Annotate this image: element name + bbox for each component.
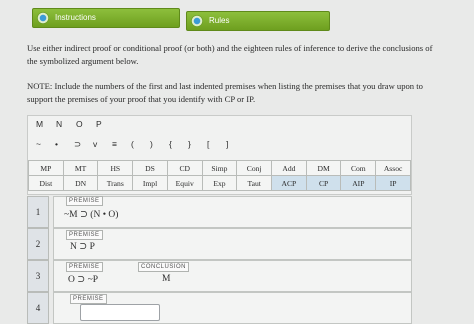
variable-button-o[interactable]: O [76, 119, 96, 129]
rule-button-conj[interactable]: Conj [236, 160, 273, 176]
premise-box: PREMISE N ⊃ P [53, 228, 412, 260]
conclusion-expression: M [162, 274, 171, 284]
rules-table: MP MT HS DS CD Simp Conj Add DM Com Asso… [28, 160, 411, 191]
rule-button-taut[interactable]: Taut [236, 175, 273, 191]
symbol-button-open-brace[interactable]: { [169, 139, 188, 149]
rule-button-ds[interactable]: DS [132, 160, 168, 176]
conclusion-tag: CONCLUSION [138, 262, 190, 272]
instructions-line: Use either indirect proof or conditional… [27, 43, 433, 53]
premise-tag: PREMISE [70, 294, 107, 304]
tab-bullet-icon [37, 12, 49, 24]
tab-rules[interactable]: Rules [186, 11, 330, 31]
proof-line-2: 2 PREMISE N ⊃ P [27, 228, 412, 260]
symbol-button-wedge[interactable]: v [93, 139, 112, 149]
symbol-button-close-paren[interactable]: ) [150, 139, 169, 149]
rule-button-simp[interactable]: Simp [201, 160, 238, 176]
variable-button-p[interactable]: P [96, 119, 116, 129]
rule-button-assoc[interactable]: Assoc [375, 160, 411, 176]
rule-button-add[interactable]: Add [271, 160, 307, 176]
premise-box: PREMISE O ⊃ ~P CONCLUSION M [53, 260, 412, 292]
rule-button-equiv[interactable]: Equiv [166, 175, 203, 191]
symbol-button-dot[interactable]: • [55, 139, 74, 149]
symbol-button-horseshoe[interactable]: ⊃ [74, 139, 93, 150]
premise-expression: ~M ⊃ (N • O) [64, 210, 119, 220]
premise-tag: PREMISE [66, 196, 103, 206]
rule-button-impl[interactable]: Impl [132, 175, 168, 191]
proof-line-1: 1 PREMISE ~M ⊃ (N • O) [27, 196, 412, 228]
rule-button-cd[interactable]: CD [166, 160, 203, 176]
rule-button-exp[interactable]: Exp [201, 175, 238, 191]
tab-instructions-label: Instructions [55, 13, 96, 22]
note-line: support the premises of your proof that … [27, 93, 256, 104]
rule-button-hs[interactable]: HS [97, 160, 134, 176]
premise-box: PREMISE ~M ⊃ (N • O) [53, 196, 412, 228]
rule-button-dn[interactable]: DN [62, 175, 99, 191]
tab-rules-label: Rules [209, 16, 230, 25]
symbol-button-open-paren[interactable]: ( [131, 139, 150, 149]
rule-button-dist[interactable]: Dist [28, 175, 64, 191]
note-line: NOTE: Include the numbers of the first a… [27, 81, 423, 91]
rule-button-ip[interactable]: IP [375, 175, 411, 191]
rule-button-dm[interactable]: DM [305, 160, 342, 176]
proof-line-4: 4 PREMISE [27, 292, 412, 324]
rules-row: MP MT HS DS CD Simp Conj Add DM Com Asso… [28, 160, 411, 176]
rule-button-com[interactable]: Com [340, 160, 377, 176]
tab-instructions[interactable]: Instructions [32, 8, 180, 28]
tab-bullet-icon [191, 15, 203, 27]
rule-button-aip[interactable]: AIP [340, 175, 377, 191]
rule-button-acp[interactable]: ACP [271, 175, 307, 191]
tab-bar: Instructions Rules [0, 0, 474, 34]
premise-tag: PREMISE [66, 262, 103, 272]
proof-line-3: 3 PREMISE O ⊃ ~P CONCLUSION M [27, 260, 412, 292]
symbol-button-open-bracket[interactable]: [ [207, 139, 226, 149]
rule-button-trans[interactable]: Trans [97, 175, 134, 191]
symbol-buttons: ~ • ⊃ v ≡(){}[] [36, 139, 245, 150]
rule-button-cp[interactable]: CP [305, 175, 342, 191]
variable-button-n[interactable]: N [56, 119, 76, 129]
line-number: 4 [27, 292, 49, 324]
symbol-rules-panel: MNOP ~ • ⊃ v ≡(){}[] MP MT HS DS CD Simp Con… [27, 115, 412, 195]
instructions-line: the symbolized argument below. [27, 55, 139, 66]
line-number: 1 [27, 196, 49, 228]
variable-button-m[interactable]: M [36, 119, 56, 129]
symbol-button-close-brace[interactable]: } [188, 139, 207, 149]
note-paragraph: NOTE: Include the numbers of the first a… [27, 80, 423, 105]
rules-row: Dist DN Trans Impl Equiv Exp Taut ACP CP… [28, 175, 411, 191]
premise-tag: PREMISE [66, 230, 103, 240]
variable-buttons: MNOP [36, 119, 116, 129]
premise-expression: O ⊃ ~P [68, 275, 98, 285]
premise-expression: N ⊃ P [70, 242, 95, 252]
rule-button-mt[interactable]: MT [62, 160, 99, 176]
premise-box: PREMISE [53, 292, 412, 324]
symbol-button-close-bracket[interactable]: ] [226, 139, 245, 149]
premise-input[interactable] [80, 304, 160, 321]
symbol-button-triple-bar[interactable]: ≡ [112, 139, 131, 149]
line-number: 3 [27, 260, 49, 292]
rule-button-mp[interactable]: MP [28, 160, 64, 176]
instructions-paragraph: Use either indirect proof or conditional… [27, 42, 432, 67]
symbol-button-tilde[interactable]: ~ [36, 139, 55, 149]
line-number: 2 [27, 228, 49, 260]
